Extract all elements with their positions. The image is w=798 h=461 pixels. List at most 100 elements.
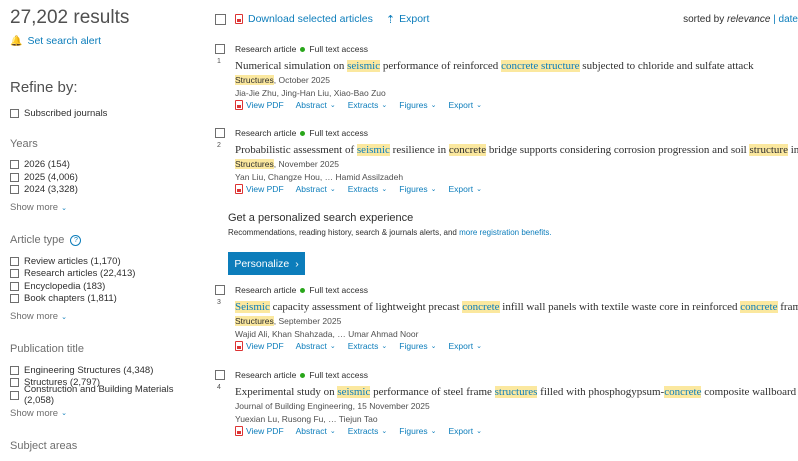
checkbox[interactable]	[10, 185, 19, 194]
help-icon[interactable]: ?	[70, 235, 81, 246]
figures-toggle[interactable]: Figures⌄	[399, 100, 436, 110]
extracts-toggle[interactable]: Extracts⌄	[348, 100, 388, 110]
view-pdf-label: View PDF	[246, 426, 284, 436]
journal-name-link[interactable]: Structures	[235, 159, 274, 169]
result-body: Research article Full text access Probab…	[235, 128, 798, 194]
title-segment: capacity assessment of lightweight preca…	[270, 301, 462, 313]
pdf-icon	[235, 14, 243, 24]
view-pdf-link[interactable]: View PDF	[235, 341, 284, 351]
article-type-label: Article type	[10, 234, 64, 246]
filter-option[interactable]: Encyclopedia (183)	[10, 280, 205, 293]
access-label: Full text access	[309, 370, 368, 380]
abstract-toggle[interactable]: Abstract⌄	[296, 341, 336, 351]
chevron-down-icon: ⌄	[476, 342, 482, 350]
figures-toggle[interactable]: Figures⌄	[399, 426, 436, 436]
extracts-toggle[interactable]: Extracts⌄	[348, 184, 388, 194]
extracts-label: Extracts	[348, 100, 379, 110]
journal-name-link[interactable]: Structures	[235, 316, 274, 326]
checkbox[interactable]	[10, 109, 19, 118]
filter-option[interactable]: Book chapters (1,811)	[10, 293, 205, 306]
title-segment: Seismic	[235, 301, 270, 313]
journal-name-link[interactable]: Structures	[235, 75, 274, 85]
filter-option[interactable]: 2024 (3,328)	[10, 184, 205, 197]
checkbox[interactable]	[10, 173, 19, 182]
title-segment: composite wallboard	[701, 386, 796, 398]
checkbox[interactable]	[10, 282, 19, 291]
sort-date-link[interactable]: | date	[770, 14, 798, 25]
checkbox[interactable]	[10, 294, 19, 303]
figures-toggle[interactable]: Figures⌄	[399, 341, 436, 351]
view-pdf-link[interactable]: View PDF	[235, 184, 284, 194]
filter-label: 2025 (4,006)	[24, 172, 78, 183]
registration-benefits-link[interactable]: more registration benefits.	[459, 228, 552, 237]
abstract-toggle[interactable]: Abstract⌄	[296, 100, 336, 110]
personalize-button[interactable]: Personalize ›	[228, 252, 305, 275]
extracts-label: Extracts	[348, 426, 379, 436]
result-number: 3	[217, 299, 221, 306]
figures-toggle[interactable]: Figures⌄	[399, 184, 436, 194]
title-segment: seismic	[347, 60, 380, 72]
article-title-link[interactable]: Seismic capacity assessment of lightweig…	[235, 301, 798, 313]
extracts-toggle[interactable]: Extracts⌄	[348, 426, 388, 436]
title-segment: Numerical simulation on	[235, 60, 347, 72]
title-segment: Experimental study on	[235, 386, 337, 398]
article-title-link[interactable]: Numerical simulation on seismic performa…	[235, 60, 798, 72]
export-label: Export	[449, 100, 474, 110]
checkbox[interactable]	[10, 257, 19, 266]
article-type-show-more[interactable]: Show more ⌄	[10, 311, 205, 322]
abstract-label: Abstract	[296, 341, 327, 351]
result-checkbox[interactable]	[215, 285, 225, 295]
export-toggle[interactable]: Export⌄	[449, 184, 482, 194]
checkbox[interactable]	[10, 366, 19, 375]
years-show-more[interactable]: Show more ⌄	[10, 202, 205, 213]
pdf-icon	[235, 426, 243, 436]
result-checkbox[interactable]	[215, 128, 225, 138]
authors: Wajid Ali, Khan Shahzada, … Umar Ahmad N…	[235, 329, 798, 339]
personalize-label: Personalize	[234, 258, 289, 270]
checkbox[interactable]	[10, 378, 19, 387]
journal-name-link[interactable]: Journal of Building Engineering	[235, 401, 353, 411]
chevron-down-icon: ⌄	[381, 185, 387, 193]
title-segment: interaction	[788, 144, 798, 156]
article-type: Research article	[235, 370, 296, 380]
result-checkbox[interactable]	[215, 370, 225, 380]
subscribed-journals-filter[interactable]: Subscribed journals	[10, 107, 205, 120]
filter-option[interactable]: Construction and Building Materials (2,0…	[10, 389, 205, 402]
result-actions: View PDF Abstract⌄ Extracts⌄ Figures⌄ Ex…	[235, 341, 798, 351]
article-title-link[interactable]: Probabilistic assessment of seismic resi…	[235, 144, 798, 156]
download-selected-button[interactable]: Download selected articles	[235, 13, 373, 25]
show-more-label: Show more	[10, 202, 58, 213]
result-body: Research article Full text access Seismi…	[235, 285, 798, 351]
figures-label: Figures	[399, 426, 427, 436]
filter-option[interactable]: Research articles (22,413)	[10, 268, 205, 281]
refine-by-heading: Refine by:	[10, 79, 205, 96]
abstract-toggle[interactable]: Abstract⌄	[296, 426, 336, 436]
filter-option[interactable]: 2026 (154)	[10, 159, 205, 172]
personalize-panel: Get a personalized search experience Rec…	[228, 212, 788, 275]
article-title-link[interactable]: Experimental study on seismic performanc…	[235, 386, 798, 398]
publication-show-more[interactable]: Show more ⌄	[10, 408, 205, 419]
export-toggle[interactable]: Export⌄	[449, 341, 482, 351]
filter-label: Book chapters (1,811)	[24, 293, 117, 304]
chevron-right-icon: ›	[295, 258, 299, 270]
export-button[interactable]: ⇡ Export	[386, 13, 430, 26]
checkbox[interactable]	[10, 391, 19, 400]
extracts-toggle[interactable]: Extracts⌄	[348, 341, 388, 351]
abstract-toggle[interactable]: Abstract⌄	[296, 184, 336, 194]
export-toggle[interactable]: Export⌄	[449, 426, 482, 436]
title-segment: resilience in	[390, 144, 449, 156]
result-checkbox[interactable]	[215, 44, 225, 54]
checkbox[interactable]	[10, 160, 19, 169]
view-pdf-link[interactable]: View PDF	[235, 426, 284, 436]
checkbox[interactable]	[10, 269, 19, 278]
export-toggle[interactable]: Export⌄	[449, 100, 482, 110]
set-search-alert-link[interactable]: 🔔 Set search alert	[10, 35, 205, 47]
publication-title-heading: Publication title	[10, 343, 205, 355]
filter-option[interactable]: Engineering Structures (4,348)	[10, 364, 205, 377]
set-search-alert-label: Set search alert	[27, 35, 101, 47]
view-pdf-link[interactable]: View PDF	[235, 100, 284, 110]
select-all-checkbox[interactable]	[215, 14, 226, 25]
bell-icon: 🔔	[10, 36, 22, 47]
filter-option[interactable]: Review articles (1,170)	[10, 255, 205, 268]
filter-option[interactable]: 2025 (4,006)	[10, 171, 205, 184]
